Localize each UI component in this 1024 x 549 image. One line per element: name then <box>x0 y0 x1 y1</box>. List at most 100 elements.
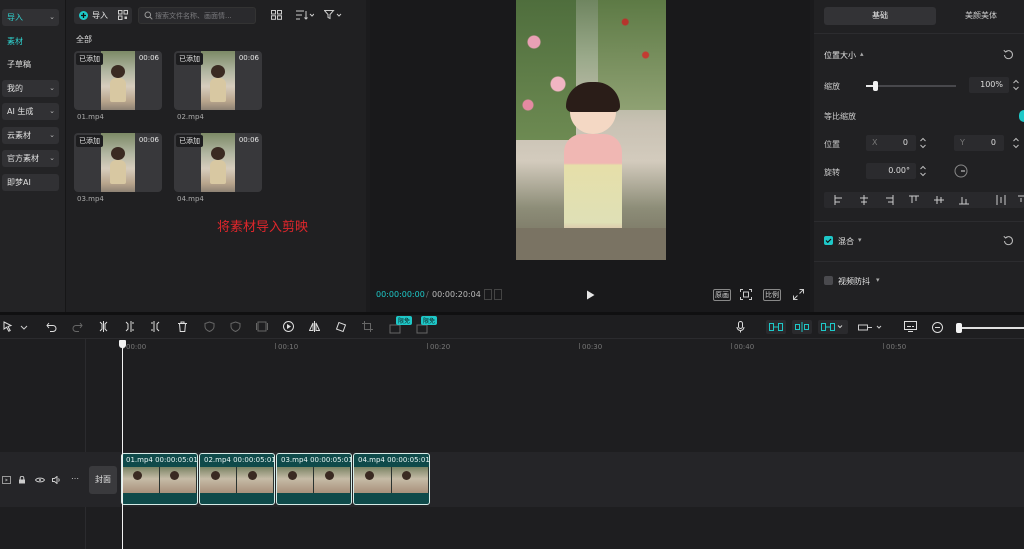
timeline-clip-1[interactable]: 01.mp4 00:00:05:01 <box>121 453 198 505</box>
media-item-3[interactable]: 已添加 00:06 <box>74 133 162 192</box>
scale-slider[interactable] <box>866 81 956 91</box>
nav-material[interactable]: 素材 <box>2 33 59 50</box>
rotation-field[interactable]: 0.00° <box>866 163 916 179</box>
section-position-size[interactable]: 位置大小 <box>824 50 856 61</box>
rotation-dial-icon[interactable] <box>954 164 968 181</box>
fit-screen-icon[interactable] <box>740 289 752 303</box>
select-tool-icon[interactable] <box>3 321 31 333</box>
redo-icon[interactable] <box>72 321 83 332</box>
rotate-icon[interactable] <box>335 321 347 333</box>
aspect-ratio-button[interactable]: 比例 <box>763 289 781 301</box>
caret-up-icon[interactable]: ▴ <box>860 50 864 58</box>
split-left-icon[interactable] <box>124 321 135 332</box>
nav-cloud[interactable]: 云素材 ⌄ <box>2 127 59 144</box>
caret-down-icon[interactable]: ▾ <box>876 276 880 284</box>
media-item-1[interactable]: 已添加 00:06 <box>74 51 162 110</box>
lock-icon[interactable] <box>18 476 26 484</box>
subtitle-screen-icon[interactable] <box>904 321 917 332</box>
stepper-icon[interactable] <box>1012 136 1020 153</box>
position-x-field[interactable]: X 0 <box>866 135 916 151</box>
position-label: 位置 <box>824 140 840 149</box>
more-options-icon[interactable]: ⋯ <box>71 474 79 483</box>
fullscreen-icon[interactable] <box>793 289 804 303</box>
stepper-icon[interactable] <box>919 164 927 181</box>
blend-checkbox[interactable] <box>824 236 833 245</box>
filter-icon[interactable] <box>323 10 342 23</box>
align-top-icon[interactable] <box>909 195 919 205</box>
smart-crop-icon[interactable] <box>389 324 401 334</box>
linkage-button[interactable] <box>818 320 848 334</box>
timecode-grid-icon[interactable] <box>484 289 502 303</box>
delete-icon[interactable] <box>177 321 188 332</box>
blend-label[interactable]: 混合 <box>838 236 854 247</box>
filter-all-label[interactable]: 全部 <box>76 34 92 45</box>
microphone-icon[interactable] <box>736 321 745 333</box>
play-circle-icon[interactable] <box>283 321 294 332</box>
grid-view-icon[interactable] <box>271 10 282 23</box>
shield-icon[interactable] <box>204 321 215 332</box>
volume-icon[interactable] <box>52 476 61 484</box>
media-item-2[interactable]: 已添加 00:06 <box>174 51 262 110</box>
align-center-v-icon[interactable] <box>934 195 944 205</box>
stabilize-label[interactable]: 视频防抖 <box>838 276 870 287</box>
reset-icon[interactable] <box>1003 235 1014 249</box>
nav-mine[interactable]: 我的 ⌄ <box>2 80 59 97</box>
position-y-field[interactable]: Y 0 <box>954 135 1004 151</box>
video-canvas[interactable] <box>516 0 666 260</box>
nav-draft[interactable]: 子草稿 <box>2 56 59 73</box>
media-item-4[interactable]: 已添加 00:06 <box>174 133 262 192</box>
uniform-scale-toggle[interactable] <box>1019 110 1024 122</box>
position-x-value: 0 <box>902 138 908 147</box>
reset-icon[interactable] <box>1003 49 1014 63</box>
added-badge: 已添加 <box>176 135 203 147</box>
timeline-clip-4[interactable]: 04.mp4 00:00:05:01 <box>353 453 430 505</box>
eye-icon[interactable] <box>35 477 45 483</box>
timeline-clip-2[interactable]: 02.mp4 00:00:05:01 <box>199 453 275 505</box>
timeline-clip-3[interactable]: 03.mp4 00:00:05:01 <box>276 453 352 505</box>
preview-axis-icon[interactable] <box>858 322 884 333</box>
freeze-frame-icon[interactable] <box>256 321 268 332</box>
nav-import[interactable]: 导入 ⌄ <box>2 9 59 26</box>
zoom-out-icon[interactable] <box>932 322 943 333</box>
auto-snap-button[interactable] <box>792 320 812 334</box>
sort-icon[interactable] <box>296 10 315 23</box>
caret-down-icon[interactable]: ▾ <box>858 236 862 244</box>
tab-basic[interactable]: 基础 <box>824 7 936 25</box>
distribute-v-icon[interactable] <box>1018 195 1024 205</box>
playhead[interactable] <box>122 342 123 549</box>
align-left-icon[interactable] <box>834 195 844 205</box>
auto-reframe-icon[interactable] <box>416 324 428 334</box>
search-input[interactable]: 搜索文件名称、画面情... <box>138 7 256 24</box>
align-bottom-icon[interactable] <box>959 195 969 205</box>
crop-icon[interactable] <box>362 321 373 332</box>
playhead-handle[interactable] <box>119 340 126 348</box>
align-right-icon[interactable] <box>884 195 894 205</box>
video-thumbnail <box>201 51 235 110</box>
nav-ai-gen[interactable]: AI 生成 ⌄ <box>2 103 59 120</box>
nav-jimeng[interactable]: 即梦AI <box>2 174 59 191</box>
mask-icon[interactable] <box>230 321 241 332</box>
mirror-icon[interactable] <box>309 321 320 332</box>
split-icon[interactable] <box>98 321 109 332</box>
main-track-magnet-button[interactable] <box>766 320 786 334</box>
split-right-icon[interactable] <box>150 321 161 332</box>
undo-icon[interactable] <box>46 321 57 332</box>
tab-beauty[interactable]: 美颜美体 <box>938 7 1024 25</box>
scale-slider-handle[interactable] <box>873 81 878 91</box>
align-center-h-icon[interactable] <box>859 195 869 205</box>
play-icon[interactable] <box>586 290 595 303</box>
stepper-icon[interactable] <box>1012 78 1020 95</box>
zoom-slider-handle[interactable] <box>956 323 962 333</box>
nav-official[interactable]: 官方素材 ⌄ <box>2 150 59 167</box>
distribute-h-icon[interactable] <box>996 195 1006 205</box>
stabilize-checkbox[interactable] <box>824 276 833 285</box>
stepper-icon[interactable] <box>919 136 927 153</box>
cover-button[interactable]: 封面 <box>89 466 117 494</box>
ruler-label: 00:10 <box>278 343 299 351</box>
qr-code-icon[interactable] <box>118 10 128 23</box>
original-quality-button[interactable]: 原画 <box>713 289 731 301</box>
import-button[interactable]: 导入 <box>74 7 132 24</box>
rotation-label: 旋转 <box>824 168 840 177</box>
zoom-slider[interactable] <box>956 323 1024 333</box>
scale-value-field[interactable]: 100% <box>969 77 1009 93</box>
